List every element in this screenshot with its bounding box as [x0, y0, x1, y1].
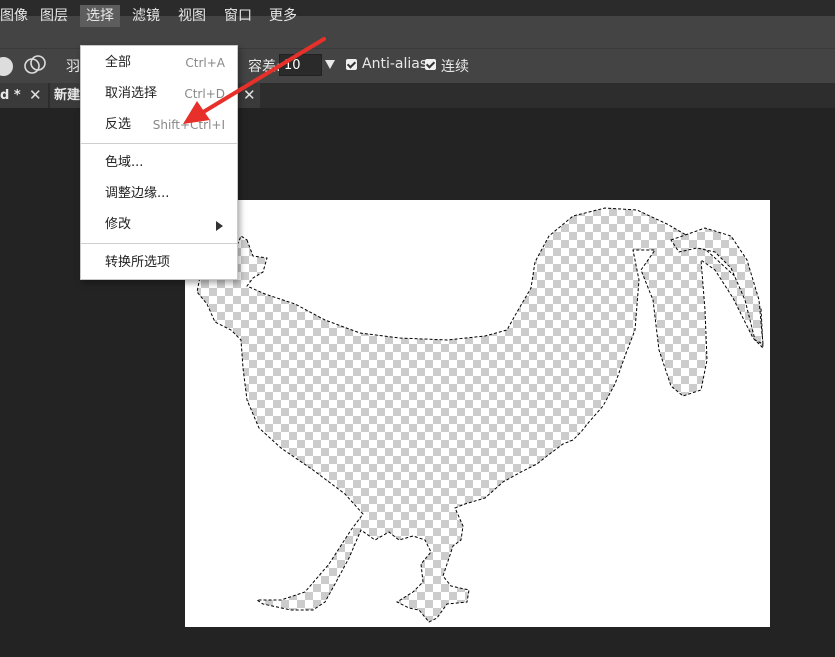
menu-item-transform-selection[interactable]: 转换所选项: [81, 249, 237, 277]
menu-select[interactable]: 选择: [80, 5, 120, 27]
select-menu-dropdown: 全部 Ctrl+A 取消选择 Ctrl+D 反选 Shift+Ctrl+I 色域…: [80, 45, 238, 280]
menu-item-label: 全部: [105, 55, 132, 70]
menu-item-shortcut: Shift+Ctrl+I: [152, 118, 225, 132]
antialias-checkbox[interactable]: [346, 59, 357, 70]
contiguous-label: 连续: [441, 59, 469, 75]
submenu-arrow-icon: [216, 221, 223, 231]
dropdown-arrow-icon[interactable]: [325, 60, 335, 69]
document-canvas[interactable]: [185, 200, 770, 627]
close-icon[interactable]: ✕: [243, 83, 256, 108]
menu-item-shortcut: Ctrl+D: [184, 87, 225, 101]
menu-divider: [81, 243, 237, 244]
menu-view[interactable]: 视图: [172, 0, 212, 32]
menu-image[interactable]: 图像: [0, 0, 34, 32]
menu-item-select-all[interactable]: 全部 Ctrl+A: [81, 49, 237, 77]
menu-layer[interactable]: 图层: [34, 0, 74, 32]
tab-label: 新建: [54, 88, 81, 103]
menu-window[interactable]: 窗口: [218, 0, 258, 32]
menu-item-label: 色域...: [105, 155, 144, 170]
menu-item-shortcut: Ctrl+A: [185, 56, 225, 70]
menu-item-modify[interactable]: 修改: [81, 211, 237, 239]
tab-label: d *: [0, 88, 21, 103]
menu-item-label: 调整边缘...: [105, 186, 170, 201]
menu-item-deselect[interactable]: 取消选择 Ctrl+D: [81, 80, 237, 108]
menu-item-label: 修改: [105, 217, 132, 232]
menu-more[interactable]: 更多: [263, 0, 303, 32]
menu-item-label: 取消选择: [105, 86, 158, 101]
antialias-label: Anti-alias: [362, 56, 428, 72]
menu-filter[interactable]: 滤镜: [126, 0, 166, 32]
feather-label: 羽: [66, 59, 80, 75]
close-icon[interactable]: ✕: [29, 83, 42, 108]
intersect-mode-icon[interactable]: [24, 55, 46, 75]
menu-item-color-range[interactable]: 色域...: [81, 149, 237, 177]
tolerance-input[interactable]: 10: [279, 54, 322, 76]
menu-item-refine-edge[interactable]: 调整边缘...: [81, 180, 237, 208]
tolerance-label: 容差:: [248, 59, 281, 75]
contiguous-checkbox[interactable]: [425, 59, 436, 70]
menu-divider: [81, 143, 237, 144]
menu-item-inverse[interactable]: 反选 Shift+Ctrl+I: [81, 111, 237, 139]
menu-item-label: 转换所选项: [105, 255, 171, 270]
rooster-selection: [196, 207, 764, 623]
menu-item-label: 反选: [105, 117, 132, 132]
